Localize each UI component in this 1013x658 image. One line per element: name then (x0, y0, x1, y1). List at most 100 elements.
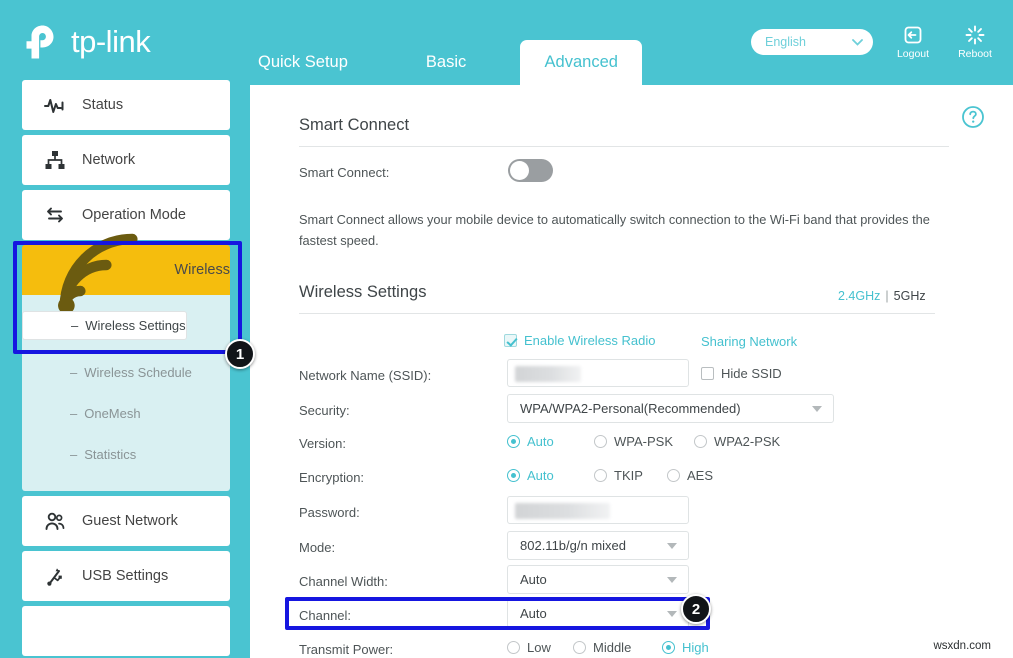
radio-dot (594, 469, 607, 482)
tp-link-logo: tp-link (22, 22, 151, 62)
sidebar-item-network[interactable]: Network (22, 135, 230, 185)
enable-wireless-radio-checkbox[interactable]: Enable Wireless Radio (504, 333, 656, 348)
channel-width-label: Channel Width: (299, 574, 388, 589)
network-tree-icon (45, 151, 65, 169)
sidebar-item-label: Status (82, 97, 124, 113)
radio-dot (662, 641, 675, 654)
toggle-knob (510, 161, 529, 180)
transmit-power-radio-group: Low Middle High (507, 640, 709, 655)
sidebar-item-guest-network[interactable]: Guest Network (22, 496, 230, 546)
mode-value: 802.11b/g/n mixed (520, 538, 626, 553)
dash-marker: – (70, 406, 78, 421)
tp-link-logo-text: tp-link (71, 24, 151, 59)
wireless-settings-title: Wireless Settings (299, 283, 427, 301)
radio-dot (694, 435, 707, 448)
checkbox-box (701, 367, 714, 380)
tab-quick-setup[interactable]: Quick Setup (240, 40, 366, 85)
transmit-power-option-middle[interactable]: Middle (573, 640, 662, 655)
band-tab-24ghz[interactable]: 2.4GHz (838, 289, 880, 303)
security-select[interactable]: WPA/WPA2-Personal(Recommended) (507, 394, 834, 423)
ssid-label: Network Name (SSID): (299, 368, 432, 383)
channel-label: Channel: (299, 608, 352, 623)
sidebar-item-partial[interactable] (22, 606, 230, 656)
sidebar-subitem-label: Wireless Schedule (84, 365, 192, 380)
encryption-radio-group: Auto TKIP AES (507, 468, 713, 483)
checkbox-box (504, 334, 517, 347)
chevron-down-icon (667, 611, 677, 617)
sidebar-nav: Status Network Operation Mode Wireless –… (22, 80, 230, 658)
sidebar-item-label: Wireless (174, 262, 230, 278)
encryption-option-label: Auto (527, 468, 554, 483)
router-admin-page: tp-link Quick Setup Basic Advanced Engli… (0, 0, 1013, 658)
page-header: tp-link Quick Setup Basic Advanced Engli… (0, 0, 1013, 85)
sidebar-subitem-onemesh[interactable]: – OneMesh (22, 393, 230, 434)
password-input[interactable] (507, 496, 689, 524)
version-option-wpa-psk[interactable]: WPA-PSK (594, 434, 694, 449)
language-selector-value: English (765, 35, 806, 49)
sidebar-subitem-wireless-schedule[interactable]: – Wireless Schedule (22, 352, 230, 393)
channel-width-value: Auto (520, 572, 547, 587)
logout-label: Logout (896, 48, 930, 60)
sidebar-subitem-label: Statistics (84, 447, 137, 462)
radio-dot (667, 469, 680, 482)
encryption-option-tkip[interactable]: TKIP (594, 468, 667, 483)
reboot-label: Reboot (958, 48, 992, 60)
transmit-power-option-low[interactable]: Low (507, 640, 573, 655)
help-circle-icon[interactable] (961, 105, 985, 129)
transmit-power-option-label: High (682, 640, 709, 655)
tab-advanced[interactable]: Advanced (520, 40, 643, 85)
transmit-power-option-high[interactable]: High (662, 640, 709, 655)
sidebar-item-status[interactable]: Status (22, 80, 230, 130)
sidebar-subitem-label: OneMesh (84, 406, 141, 421)
encryption-option-label: TKIP (614, 468, 643, 483)
band-tab-5ghz[interactable]: 5GHz (894, 289, 926, 303)
logout-icon (904, 26, 922, 44)
smart-connect-label: Smart Connect: (299, 165, 390, 180)
pulse-icon (44, 99, 64, 113)
hide-ssid-checkbox[interactable]: Hide SSID (701, 366, 782, 381)
radio-dot (507, 641, 520, 654)
encryption-option-label: AES (687, 468, 714, 483)
usb-icon (47, 568, 62, 586)
smart-connect-toggle[interactable] (508, 159, 553, 182)
channel-width-select[interactable]: Auto (507, 565, 689, 594)
sidebar-item-label: Guest Network (82, 513, 178, 529)
sidebar-item-usb-settings[interactable]: USB Settings (22, 551, 230, 601)
version-option-wpa2-psk[interactable]: WPA2-PSK (694, 434, 780, 449)
ssid-input[interactable] (507, 359, 689, 387)
sidebar-subitem-label: Wireless Settings (85, 318, 186, 333)
chevron-down-icon (812, 406, 822, 412)
reboot-button[interactable]: Reboot (953, 24, 997, 60)
password-redacted-value (515, 503, 610, 519)
sidebar-subitem-statistics[interactable]: – Statistics (22, 434, 230, 475)
tab-basic[interactable]: Basic (408, 40, 484, 85)
sidebar-item-label: USB Settings (82, 568, 169, 584)
language-selector[interactable]: English (751, 29, 873, 55)
chevron-down-icon (667, 577, 677, 583)
channel-select[interactable]: Auto (507, 599, 689, 628)
sidebar-subitem-wireless-settings[interactable]: – Wireless Settings (22, 311, 187, 340)
sidebar-item-wireless[interactable]: Wireless (22, 233, 230, 314)
sharing-network-link[interactable]: Sharing Network (701, 334, 797, 349)
sidebar-item-label: Network (82, 152, 136, 168)
radio-dot (573, 641, 586, 654)
dash-marker: – (70, 365, 78, 380)
encryption-option-auto[interactable]: Auto (507, 468, 594, 483)
security-label: Security: (299, 403, 350, 418)
section-divider (299, 313, 935, 314)
mode-select[interactable]: 802.11b/g/n mixed (507, 531, 689, 560)
enable-wireless-radio-label: Enable Wireless Radio (524, 333, 656, 348)
dash-marker: – (71, 318, 79, 333)
sidebar-group-wireless: Wireless – Wireless Settings – WPS – Wir… (22, 233, 230, 491)
password-label: Password: (299, 505, 360, 520)
transmit-power-option-label: Middle (593, 640, 632, 655)
logout-button[interactable]: Logout (891, 24, 935, 60)
security-value: WPA/WPA2-Personal(Recommended) (520, 401, 741, 416)
version-option-auto[interactable]: Auto (507, 434, 594, 449)
encryption-option-aes[interactable]: AES (667, 468, 713, 483)
radio-dot (507, 435, 520, 448)
band-selector: 2.4GHz | 5GHz (838, 289, 926, 303)
section-divider (299, 146, 949, 147)
main-nav-tabs: Quick Setup Basic Advanced (240, 40, 643, 85)
version-label: Version: (299, 436, 346, 451)
